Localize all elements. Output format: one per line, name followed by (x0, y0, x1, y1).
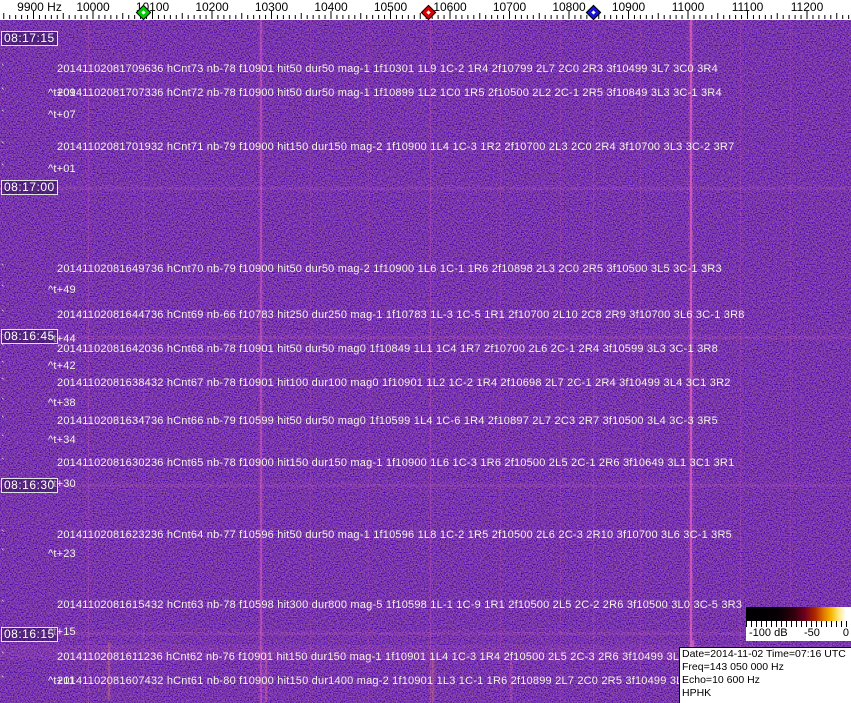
noise-band (0, 632, 851, 635)
time-label: 08:16:15 (1, 627, 58, 642)
detection-text-row: 20141102081701932 hCnt71 nb-79 f10900 hi… (57, 141, 735, 153)
freq-axis-label: 11200 (790, 0, 824, 14)
freq-axis-label: 10500 (373, 0, 408, 14)
row-edge-marker: ` (1, 309, 5, 321)
row-edge-marker: ` (1, 434, 5, 446)
time-offset-label: ^t+49 (48, 284, 76, 296)
db-label-max: 0 (842, 627, 849, 639)
row-edge-marker: ` (1, 651, 5, 663)
row-edge-marker: ` (1, 415, 5, 427)
row-edge-marker: ` (1, 63, 5, 75)
row-edge-marker: ` (1, 377, 5, 389)
noise-band (0, 336, 851, 339)
freq-axis-label: 10300 (254, 0, 289, 14)
detection-text-row: 20141102081630236 hCnt65 nb-78 f10900 hi… (57, 457, 735, 469)
row-edge-marker: ` (1, 457, 5, 469)
freq-axis-label: 11000 (671, 0, 705, 14)
detection-text-row: 20141102081634736 hCnt66 nb-79 f10599 hi… (57, 415, 718, 427)
detection-text-row: 20141102081611236 hCnt62 nb-76 f10901 hi… (57, 651, 714, 663)
time-offset-label: ^t+01 (48, 163, 76, 175)
detection-text-row: 20141102081709636 hCnt73 nb-78 f10901 hi… (57, 63, 718, 75)
detection-text-row: 20141102081623236 hCnt64 nb-77 f10596 hi… (57, 529, 732, 541)
detection-text-row: 20141102081644736 hCnt69 nb-66 f10783 hi… (57, 309, 745, 321)
freq-axis-label: 10600 (433, 0, 467, 14)
detection-text-row: 20141102081607432 hCnt61 nb-80 f10900 hi… (57, 675, 717, 687)
time-offset-label: ^t+42 (48, 360, 76, 372)
db-scale-bar: -100 dB -50 0 (746, 607, 851, 641)
noise-band (0, 187, 851, 190)
time-offset-label: ^t+38 (48, 397, 76, 409)
green-marker-dot (141, 10, 146, 15)
row-edge-marker: ` (1, 529, 5, 541)
row-edge-marker: ` (1, 109, 5, 121)
detection-text-row: 20141102081707336 hCnt72 nb-78 f10900 hi… (57, 87, 722, 99)
status-info-box: Date=2014-11-02 Time=07:16 UTC Freq=143 … (679, 647, 851, 703)
detection-text-row: 20141102081638432 hCnt67 nb-78 f10901 hi… (57, 377, 731, 389)
freq-axis-label: 10000 (76, 0, 110, 14)
row-edge-marker: ` (1, 87, 5, 99)
db-scale-labels: -100 dB -50 0 (746, 627, 851, 641)
row-edge-marker: ` (1, 284, 5, 296)
time-label: 08:17:15 (1, 31, 58, 46)
signal-line (790, 20, 791, 703)
freq-axis-label: 10900 (611, 0, 646, 14)
time-label: 08:16:30 (1, 478, 58, 493)
blue-marker-dot (591, 10, 596, 15)
time-offset-label: ^t+34 (48, 434, 76, 446)
freq-axis-label: 11100 (731, 0, 764, 14)
time-offset-label: ^t+23 (48, 548, 76, 560)
freq-axis-label: 10200 (195, 0, 229, 14)
time-label: 08:17:00 (1, 180, 58, 195)
row-edge-marker: ` (1, 360, 5, 372)
spectrogram-app-window: 9900 Hz 10000 10100 10200 10300 10400 10500 106… (0, 0, 851, 703)
info-echo: Echo=10 600 Hz (682, 674, 760, 686)
db-label-mid: -50 (804, 627, 820, 639)
row-edge-marker: ` (1, 675, 5, 687)
time-offset-label: ^t+07 (48, 109, 76, 121)
detection-text-row: 20141102081615432 hCnt63 nb-78 f10598 hi… (57, 599, 743, 611)
row-edge-marker: ` (1, 548, 5, 560)
freq-axis-label: 9900 Hz (17, 0, 62, 14)
row-edge-marker: ` (1, 343, 5, 355)
info-frequency: Freq=143 050 000 Hz (682, 661, 784, 673)
freq-axis-label: 10400 (314, 0, 348, 14)
row-edge-marker: ` (1, 163, 5, 175)
red-marker-dot (426, 10, 431, 15)
detection-text-row: 20141102081642036 hCnt68 nb-78 f10901 hi… (57, 343, 718, 355)
freq-axis-label: 10800 (552, 0, 586, 14)
noise-band (0, 484, 851, 487)
row-edge-marker: ` (1, 397, 5, 409)
row-edge-marker: ` (1, 263, 5, 275)
db-scale-gradient (746, 607, 851, 621)
row-edge-marker: ` (1, 599, 5, 611)
info-station: HPHK (682, 687, 712, 699)
row-edge-marker: ` (1, 141, 5, 153)
time-label: 08:16:45 (1, 329, 58, 344)
freq-axis-label: 10700 (492, 0, 527, 14)
db-label-min: -100 dB (749, 627, 788, 639)
info-date-time: Date=2014-11-02 Time=07:16 UTC (682, 648, 846, 660)
detection-text-row: 20141102081649736 hCnt70 nb-79 f10900 hi… (57, 263, 722, 275)
